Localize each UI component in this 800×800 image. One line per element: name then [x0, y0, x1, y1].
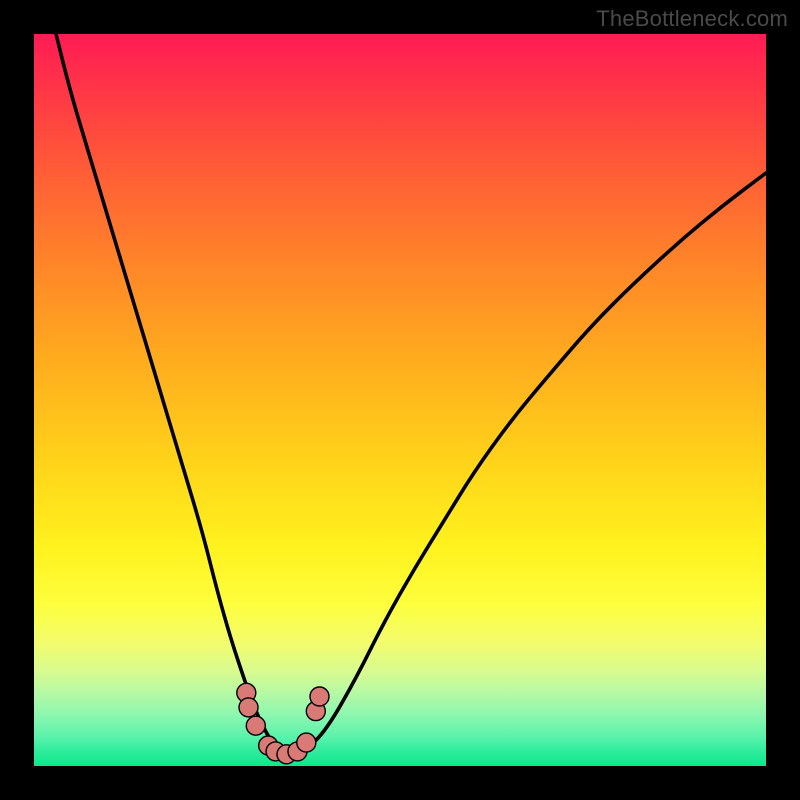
curve-layer — [34, 34, 766, 766]
watermark-text: TheBottleneck.com — [596, 6, 788, 32]
curve-marker — [297, 733, 316, 752]
bottleneck-curve — [56, 34, 766, 754]
plot-area — [34, 34, 766, 766]
curve-marker — [246, 716, 265, 735]
chart-frame: TheBottleneck.com — [0, 0, 800, 800]
curve-marker — [310, 687, 329, 706]
curve-marker — [239, 698, 258, 717]
